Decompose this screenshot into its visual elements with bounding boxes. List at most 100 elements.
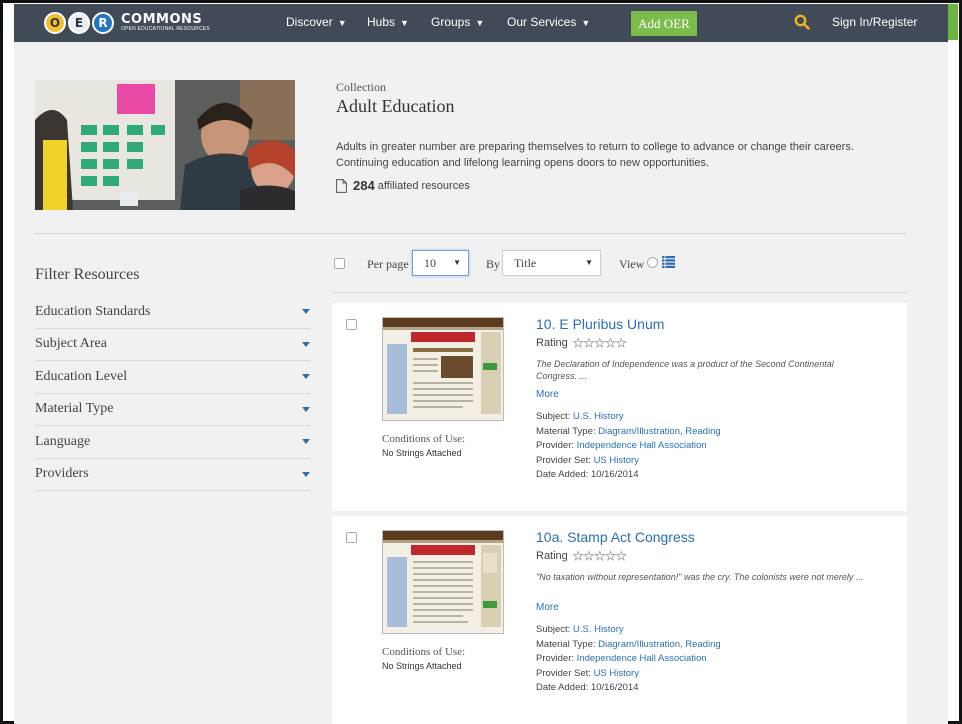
subject-link[interactable]: U.S. History (573, 411, 624, 422)
resource-count-suffix: affiliated resources (377, 179, 470, 192)
provider-set-link[interactable]: US History (594, 455, 639, 466)
chevron-down-icon: ▼ (581, 18, 591, 28)
nav-hubs-label: Hubs (367, 15, 396, 29)
view-grid-radio[interactable] (647, 257, 658, 268)
resource-thumbnail[interactable] (382, 530, 504, 634)
resource-title-link[interactable]: 10a. Stamp Act Congress (536, 529, 695, 545)
nav-discover-label: Discover (286, 15, 333, 29)
provider-link[interactable]: Independence Hall Association (577, 440, 707, 451)
resource-description: The Declaration of Independence was a pr… (536, 359, 834, 381)
provider-label: Provider: (536, 653, 575, 665)
affiliated-resources-link[interactable]: 284 affiliated resources (336, 178, 470, 193)
resource-thumbnail[interactable] (382, 317, 504, 421)
collection-label: Collection (336, 80, 386, 94)
logo-letter-r: R (92, 12, 114, 34)
filter-label: Material Type (35, 401, 114, 417)
caret-down-icon (302, 471, 310, 477)
filter-language[interactable]: Language (35, 426, 310, 459)
collection-description: Adults in greater number are preparing t… (336, 141, 854, 169)
logo-letter-o: O (44, 12, 66, 34)
main-content: Collection Adult Education Adults in gre… (14, 42, 948, 724)
material-type-link[interactable]: Diagram/Illustration, Reading (598, 426, 721, 437)
oer-commons-logo[interactable]: O E R COMMONS OPEN EDUCATIONAL RESOURCES (44, 7, 210, 39)
provider-set-link[interactable]: US History (594, 668, 639, 679)
more-link[interactable]: More (536, 389, 559, 400)
subject-label: Subject: (536, 624, 571, 635)
filter-label: Subject Area (35, 336, 107, 352)
document-icon (336, 178, 347, 193)
material-type-label: Material Type: (536, 638, 596, 650)
resource-checkbox[interactable] (346, 319, 357, 330)
filter-label: Language (35, 433, 91, 449)
filter-label: Education Level (35, 368, 128, 384)
resource-title-link[interactable]: 10. E Pluribus Unum (536, 316, 664, 332)
date-added-value: 10/16/2014 (590, 469, 639, 481)
filter-list: Education Standards Subject Area Educati… (35, 296, 310, 491)
logo-tagline: OPEN EDUCATIONAL RESOURCES (121, 26, 210, 32)
resource-metadata: Subject: U.S. History Material Type: Dia… (536, 623, 721, 696)
filter-label: Education Standards (35, 303, 151, 319)
logo-name: COMMONS (121, 12, 203, 27)
nav-discover[interactable]: Discover ▼ (286, 15, 347, 29)
sign-in-register-link[interactable]: Sign In/Register (832, 15, 917, 29)
resource-metadata: Subject: U.S. History Material Type: Dia… (536, 410, 721, 483)
conditions-of-use-value: No Strings Attached (382, 661, 462, 671)
resource-rating: Rating ★★★★★ (536, 549, 627, 564)
resource-description: "No taxation without representation!" wa… (536, 572, 864, 582)
subject-label: Subject: (536, 411, 571, 422)
top-navigation: O E R COMMONS OPEN EDUCATIONAL RESOURCES… (14, 4, 948, 42)
nav-our-services-label: Our Services (507, 15, 577, 29)
filter-resources-heading: Filter Resources (35, 266, 140, 283)
caret-down-icon: ▼ (585, 258, 593, 267)
results-toolbar: Per page 10 ▼ By Title ▼ View (332, 247, 908, 285)
filter-education-level[interactable]: Education Level (35, 361, 310, 394)
list-view-icon[interactable] (662, 256, 675, 268)
conditions-of-use-label: Conditions of Use: (382, 646, 466, 658)
more-link[interactable]: More (536, 602, 559, 613)
resource-card: Conditions of Use: No Strings Attached 1… (332, 516, 907, 724)
date-added-label: Date Added: (536, 682, 589, 694)
divider (35, 233, 907, 234)
resource-checkbox[interactable] (346, 532, 357, 543)
sort-by-value: Title (514, 255, 537, 270)
sort-by-label: By (486, 257, 501, 271)
per-page-value: 10 (424, 255, 436, 270)
per-page-select[interactable]: 10 ▼ (412, 250, 469, 276)
nav-hubs[interactable]: Hubs ▼ (367, 15, 409, 29)
filter-education-standards[interactable]: Education Standards (35, 296, 310, 329)
search-icon[interactable] (794, 14, 810, 30)
material-type-label: Material Type: (536, 425, 596, 437)
chevron-down-icon: ▼ (337, 18, 347, 28)
date-added-value: 10/16/2014 (590, 682, 639, 694)
per-page-label: Per page (367, 257, 409, 271)
star-rating-icon[interactable]: ★★★★★ (572, 336, 626, 351)
chevron-down-icon: ▼ (400, 18, 409, 28)
select-all-checkbox[interactable] (334, 258, 345, 269)
caret-down-icon (302, 374, 310, 380)
filter-material-type[interactable]: Material Type (35, 394, 310, 426)
conditions-of-use-label: Conditions of Use: (382, 433, 466, 445)
collection-title: Adult Education (336, 96, 455, 116)
star-rating-icon[interactable]: ★★★★★ (572, 549, 626, 564)
collection-image (35, 80, 295, 210)
material-type-link[interactable]: Diagram/Illustration, Reading (598, 639, 721, 650)
rating-label: Rating (536, 337, 568, 349)
conditions-of-use-value: No Strings Attached (382, 448, 462, 458)
caret-down-icon: ▼ (453, 258, 461, 267)
nav-our-services[interactable]: Our Services ▼ (507, 15, 590, 29)
sort-by-select[interactable]: Title ▼ (502, 250, 601, 276)
accent-bar (948, 4, 958, 40)
add-oer-button[interactable]: Add OER (631, 11, 697, 36)
filter-subject-area[interactable]: Subject Area (35, 329, 310, 361)
caret-down-icon (302, 309, 310, 315)
chevron-down-icon: ▼ (475, 18, 485, 28)
caret-down-icon (302, 439, 310, 445)
filter-providers[interactable]: Providers (35, 459, 310, 491)
provider-link[interactable]: Independence Hall Association (577, 653, 707, 664)
nav-groups[interactable]: Groups ▼ (431, 15, 484, 29)
provider-label: Provider: (536, 440, 575, 452)
provider-set-label: Provider Set: (536, 454, 591, 466)
provider-set-label: Provider Set: (536, 667, 591, 679)
resource-rating: Rating ★★★★★ (536, 336, 627, 351)
subject-link[interactable]: U.S. History (573, 624, 624, 635)
